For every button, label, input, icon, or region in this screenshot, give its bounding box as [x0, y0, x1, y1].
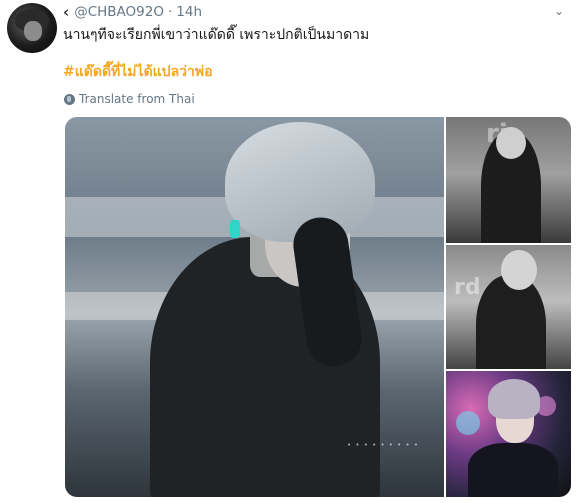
chevron-down-icon[interactable]: ⌄	[552, 4, 566, 18]
photo-main[interactable]: • • • • • • • • •	[65, 117, 444, 497]
photo-watermark: • • • • • • • • •	[347, 441, 419, 449]
avatar-face	[24, 21, 42, 41]
separator-dot: ·	[167, 4, 173, 20]
person-body	[476, 275, 546, 369]
translate-label: Translate from Thai	[79, 92, 195, 106]
media-grid: • • • • • • • • • ri 201 rd	[65, 117, 571, 497]
tweet-header: ‹ @CHBAO92O · 14h	[63, 2, 202, 22]
hashtag-link[interactable]: #แด๊ดดี๊ที่ไม่ได้แปลว่าพ่อ	[63, 63, 213, 81]
translate-link[interactable]: Translate from Thai	[64, 92, 195, 106]
author-handle[interactable]: @CHBAO92O	[74, 4, 164, 20]
photo-middle-right[interactable]: rd	[446, 245, 571, 369]
person-hair	[488, 379, 540, 419]
background-text: rd	[454, 275, 481, 300]
tweet-timestamp[interactable]: 14h	[176, 4, 202, 20]
tweet-text: นานๆทีจะเรียกพี่เขาว่าแด๊ดดี๊ เพราะปกติเ…	[63, 27, 370, 43]
avatar[interactable]	[7, 3, 57, 53]
person-body	[468, 443, 558, 497]
globe-icon	[64, 93, 75, 105]
headset-mic	[230, 220, 240, 238]
person-head	[496, 127, 526, 159]
person-head	[501, 250, 537, 290]
person-hair	[225, 122, 375, 242]
chevron-left-icon[interactable]: ‹	[63, 3, 69, 21]
tweet[interactable]: ‹ @CHBAO92O · 14h ⌄ นานๆทีจะเรียกพี่เขาว…	[0, 0, 576, 503]
photo-bottom-right[interactable]	[446, 371, 571, 497]
bokeh-light	[456, 411, 480, 435]
photo-top-right[interactable]: ri 201	[446, 117, 571, 243]
